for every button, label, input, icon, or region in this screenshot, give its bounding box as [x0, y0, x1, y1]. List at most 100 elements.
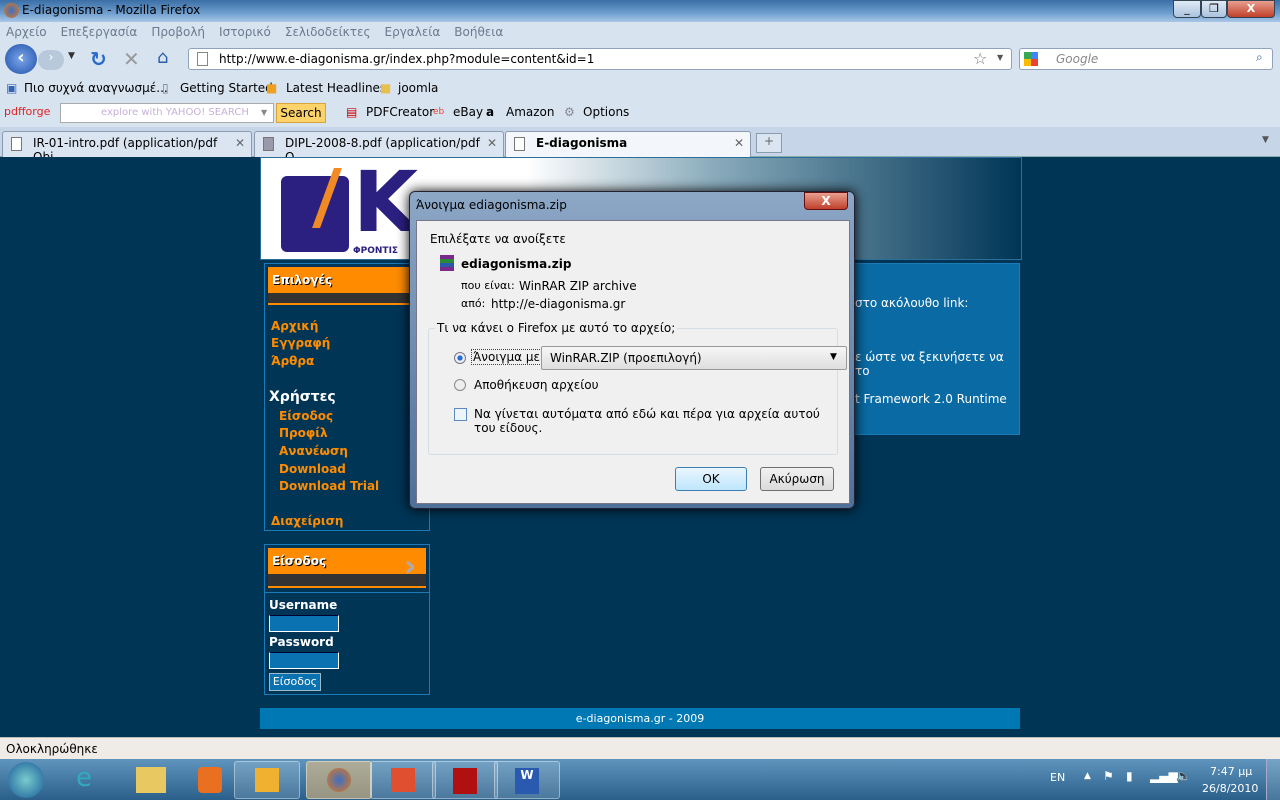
login-button[interactable]: Είσοδος	[269, 673, 321, 691]
username-label: Username	[269, 598, 338, 612]
url-text: http://www.e-diagonisma.gr/index.php?mod…	[219, 52, 595, 66]
new-tab-button[interactable]: +	[756, 133, 782, 153]
url-dropdown-icon[interactable]: ▼	[997, 53, 1003, 62]
taskbar: e W EN ▲ ⚑ ▮ ▂▄▆ 🔈 7:47 μμ 26/8/2010	[0, 759, 1280, 800]
firefox-icon	[327, 768, 351, 792]
nav-download[interactable]: Download	[279, 462, 346, 476]
menu-tools[interactable]: Εργαλεία	[385, 25, 441, 39]
file-source-value: http://e-diagonisma.gr	[491, 297, 626, 311]
clock-date[interactable]: 26/8/2010	[1202, 782, 1258, 795]
bookmark-latest-headlines[interactable]: Latest Headlines	[286, 76, 386, 100]
google-icon[interactable]	[1024, 52, 1038, 66]
save-file-radio[interactable]	[454, 379, 466, 391]
url-bar[interactable]: http://www.e-diagonisma.gr/index.php?mod…	[188, 48, 1012, 70]
outlook-icon	[255, 768, 279, 792]
dialog-title: Άνοιγμα ediagonisma.zip	[416, 198, 567, 212]
menu-view[interactable]: Προβολή	[151, 25, 205, 39]
amazon-icon: a	[486, 105, 495, 119]
taskbar-acrobat[interactable]	[432, 761, 498, 799]
nav-admin[interactable]: Διαχείριση	[271, 514, 343, 528]
file-name: ediagonisma.zip	[461, 257, 572, 271]
taskbar-outlook[interactable]	[234, 761, 300, 799]
ebay-icon: eb	[433, 107, 445, 117]
amazon-link[interactable]: Amazon	[506, 100, 555, 124]
password-label: Password	[269, 635, 334, 649]
search-icon[interactable]: ⌕	[1256, 50, 1263, 65]
reload-icon[interactable]: ↻	[90, 47, 107, 71]
close-tab-icon[interactable]: ✕	[487, 136, 497, 150]
menu-history[interactable]: Ιστορικό	[219, 25, 271, 39]
stop-icon[interactable]: ✕	[123, 47, 140, 71]
open-with-value: WinRAR.ZIP (προεπιλογή)	[550, 351, 702, 365]
ebay-link[interactable]: eBay	[453, 100, 483, 124]
login-header-label: Είσοδος	[272, 554, 327, 568]
internet-explorer-icon[interactable]: e	[76, 763, 92, 793]
menu-help[interactable]: Βοήθεια	[454, 25, 503, 39]
taskbar-powerpoint[interactable]	[370, 761, 436, 799]
header-bar	[268, 574, 426, 586]
explorer-icon[interactable]	[136, 767, 166, 793]
back-button[interactable]: ‹	[5, 44, 37, 74]
auto-checkbox-label[interactable]: Να γίνεται αυτόματα από εδώ και πέρα για…	[474, 407, 837, 435]
menu-file[interactable]: Αρχείο	[6, 25, 47, 39]
menu-edit[interactable]: Επεξεργασία	[61, 25, 138, 39]
nav-download-trial[interactable]: Download Trial	[279, 479, 379, 493]
nav-register[interactable]: Εγγραφή	[271, 336, 330, 350]
forward-button[interactable]: ›	[38, 50, 64, 70]
language-indicator[interactable]: EN	[1050, 771, 1065, 784]
password-input[interactable]	[269, 652, 339, 669]
nav-profile[interactable]: Προφίλ	[279, 426, 328, 440]
tab-list-icon[interactable]: ▼	[1262, 135, 1269, 145]
pdfcreator-link[interactable]: PDFCreator	[366, 100, 434, 124]
network-icon[interactable]: ▂▄▆	[1150, 769, 1178, 783]
open-with-radio[interactable]	[454, 352, 466, 364]
auto-checkbox[interactable]	[454, 408, 467, 421]
bookmark-getting-started[interactable]: Getting Started	[180, 76, 273, 100]
open-with-select[interactable]: WinRAR.ZIP (προεπιλογή) ▼	[541, 346, 847, 370]
open-with-label[interactable]: Άνοιγμα με	[471, 349, 542, 365]
power-icon[interactable]: ▮	[1126, 769, 1133, 783]
home-icon[interactable]: ⌂	[157, 47, 168, 68]
show-desktop-button[interactable]	[1266, 759, 1280, 800]
nav-renew[interactable]: Ανανέωση	[279, 444, 348, 458]
clock-time[interactable]: 7:47 μμ	[1210, 765, 1252, 778]
nav-login[interactable]: Είσοδος	[279, 409, 333, 423]
ok-button[interactable]: OK	[675, 467, 747, 491]
close-button[interactable]: X	[1227, 0, 1275, 18]
dropdown-icon[interactable]: ▼	[261, 104, 267, 122]
bookmark-joomla[interactable]: joomla	[398, 76, 438, 100]
folder-icon: ■	[380, 81, 392, 95]
search-button[interactable]: Search	[276, 103, 326, 123]
close-tab-icon[interactable]: ✕	[235, 136, 245, 150]
yahoo-placeholder: explore with YAHOO! SEARCH	[101, 107, 249, 118]
history-dropdown-icon[interactable]: ▼	[68, 51, 75, 61]
tab-ir-01-intro[interactable]: IR-01-intro.pdf (application/pdf Obj...✕	[2, 131, 252, 164]
minimize-button[interactable]: _	[1173, 0, 1201, 18]
page-icon	[197, 52, 208, 66]
maximize-button[interactable]: ❐	[1201, 0, 1227, 18]
yahoo-search-input[interactable]: explore with YAHOO! SEARCH ▼	[60, 103, 274, 123]
action-center-icon[interactable]: ⚑	[1103, 769, 1114, 783]
nav-articles[interactable]: Άρθρα	[271, 354, 314, 368]
menu-bookmarks[interactable]: Σελιδοδείκτες	[285, 25, 371, 39]
options-menu[interactable]: Options	[583, 100, 629, 124]
bookmark-most-visited[interactable]: Πιο συχνά αναγνωσμέ...	[24, 76, 168, 100]
show-hidden-icons[interactable]: ▲	[1084, 771, 1091, 781]
cancel-button[interactable]: Ακύρωση	[760, 467, 834, 491]
username-input[interactable]	[269, 615, 339, 632]
page-icon	[514, 137, 525, 151]
taskbar-word[interactable]: W	[494, 761, 560, 799]
action-group-label: Τι να κάνει ο Firefox με αυτό το αρχείο;	[435, 321, 678, 335]
close-tab-icon[interactable]: ✕	[734, 136, 744, 150]
bookmark-star-icon[interactable]: ☆	[973, 49, 987, 68]
save-file-label[interactable]: Αποθήκευση αρχείου	[474, 378, 599, 392]
tab-e-diagonisma[interactable]: E-diagonisma ✕	[505, 131, 751, 158]
search-box[interactable]: Google ⌕	[1019, 48, 1273, 70]
volume-icon[interactable]: 🔈	[1176, 769, 1191, 783]
start-button[interactable]	[8, 762, 44, 798]
dialog-close-button[interactable]: X	[804, 192, 848, 210]
file-type-value: WinRAR ZIP archive	[519, 279, 637, 293]
media-player-icon[interactable]	[198, 767, 222, 793]
taskbar-firefox[interactable]	[306, 761, 372, 799]
nav-home[interactable]: Αρχική	[271, 319, 318, 333]
